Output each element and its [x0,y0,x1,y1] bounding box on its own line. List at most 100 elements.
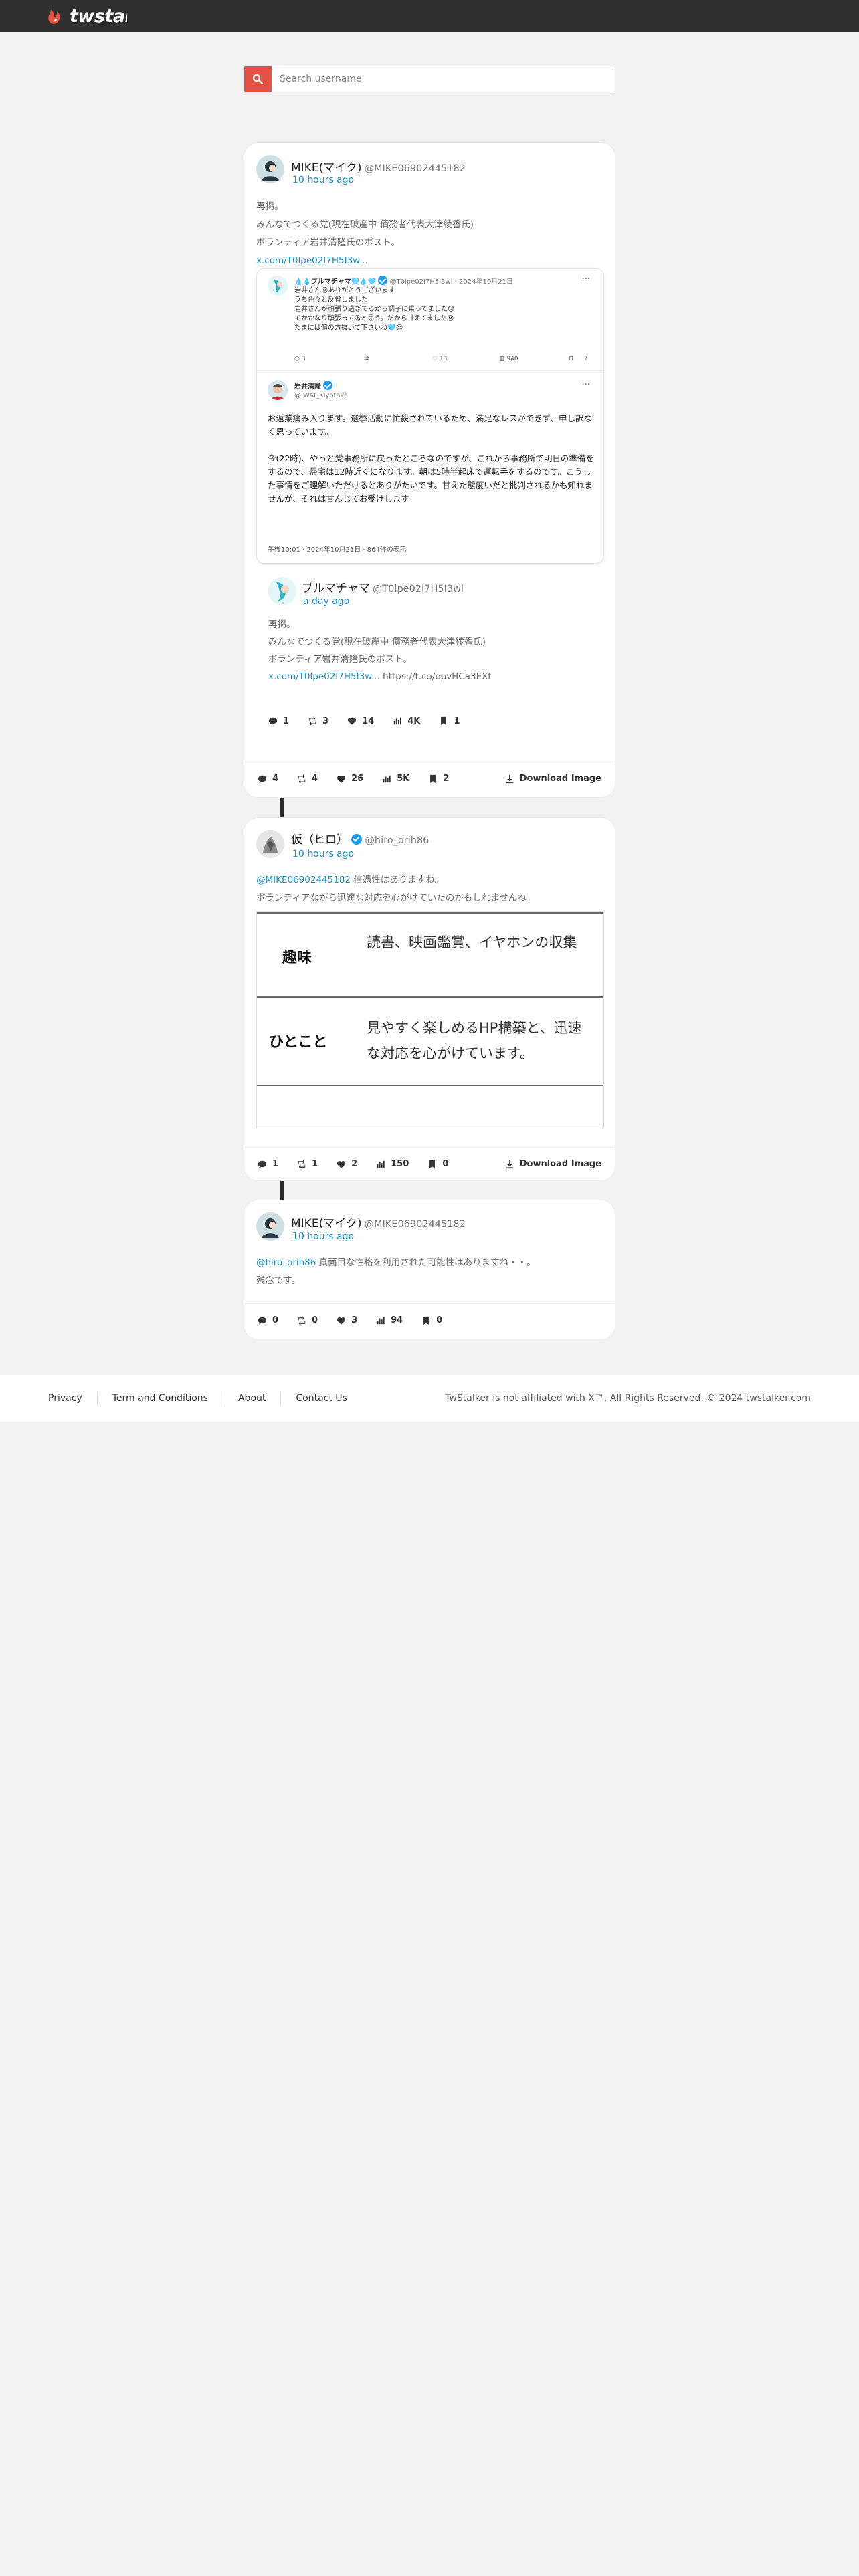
views-icon [376,1316,385,1325]
footer-link-privacy[interactable]: Privacy [48,1393,82,1404]
reply-button[interactable]: 4 [258,774,278,784]
quoted-author-handle[interactable]: @T0lpe02I7H5I3wl [373,584,464,595]
quoted-tweet[interactable]: ブルマチャマ @T0lpe02I7H5I3wl a day ago 再掲。 みんな… [256,569,604,738]
download-label: Download Image [519,1159,601,1169]
avatar[interactable] [256,830,284,858]
reply-meta: 午後10:01 · 2024年10月21日 · 864件の表示 [268,546,407,554]
search-icon [252,74,263,84]
bookmark-icon [421,1316,431,1325]
retweet-button[interactable]: 1 [297,1159,318,1169]
embed-views-icon: ▥ 940 [499,356,518,362]
mention-link[interactable]: @hiro_orih86 [256,1257,316,1268]
embed-author-name: 💧💧ブルマチャマ🩵💧🩵 [294,278,377,286]
reply-button[interactable]: 1 [268,716,289,726]
retweet-button[interactable]: 3 [308,716,328,726]
embed-view-count: 940 [506,356,518,362]
views-button[interactable]: 4K [393,716,420,726]
download-label: Download Image [519,774,601,784]
views-button[interactable]: 5K [382,774,409,784]
author-display-name: 仮（ヒロ） [291,833,348,847]
footer-link-terms[interactable]: Term and Conditions [112,1393,208,1404]
retweet-icon [297,1160,306,1169]
search-input[interactable] [272,66,615,92]
reply-button[interactable]: 0 [258,1315,278,1325]
views-button[interactable]: 150 [376,1159,409,1169]
avatar[interactable] [256,1212,284,1241]
reply-count: 1 [272,1159,279,1169]
retweet-icon [308,716,317,726]
bookmark-button[interactable]: 1 [439,716,460,726]
search-button[interactable] [244,66,272,92]
copyright-text: TwStalker is not affiliated with X™. All… [445,1393,811,1404]
bookmark-button[interactable]: 0 [427,1159,448,1169]
reply-button[interactable]: 1 [258,1159,278,1169]
verified-badge-icon [378,276,388,285]
logo-icon [48,9,60,24]
avatar[interactable] [256,155,284,183]
tweet-actions: 1 1 2 150 0 Download Image [244,1147,615,1180]
retweet-count: 0 [312,1315,318,1325]
quoted-author-name[interactable]: ブルマチャマ @T0lpe02I7H5I3wl [302,578,464,595]
like-button[interactable]: 26 [337,774,363,784]
quoted-avatar[interactable] [268,577,296,605]
text-line: 信憑性はありますね。 [351,875,444,885]
like-button[interactable]: 3 [337,1315,357,1325]
reply-paragraph: お返業痛み入ります。選挙活動に忙殺されているため、満足なレスができず、申し訳なく… [268,413,593,437]
download-image-button[interactable]: Download Image [505,774,601,784]
tweet-time[interactable]: 10 hours ago [292,1231,354,1242]
like-icon [347,716,357,726]
view-count: 94 [391,1315,403,1325]
quoted-text: 再掲。 みんなでつくる党(現在破産中 債務者代表大津綾香氏) ボランティア岩井清… [268,616,492,685]
bookmark-icon [439,716,448,726]
reply-author-handle: @IWAI_Kiyotaka [294,392,349,399]
thread-connector [280,798,284,817]
like-icon [337,1316,346,1325]
tweet-image[interactable]: 趣味 読書、映画鑑賞、イヤホンの収集 ひとこと 見やすく楽しめるHP構築と、迅速… [256,911,604,1128]
tweet-text: 再掲。 みんなでつくる党(現在破産中 債務者代表大津綾香氏) ボランティア岩井清… [256,198,474,270]
verified-badge-icon [351,834,363,845]
views-icon [393,716,402,726]
views-button[interactable]: 94 [376,1315,403,1325]
download-image-button[interactable]: Download Image [505,1159,601,1169]
author-handle[interactable]: @MIKE06902445182 [365,1219,466,1230]
reply-avatar [268,380,288,400]
tweet-actions: 0 0 3 94 0 [244,1303,615,1337]
like-button[interactable]: 2 [337,1159,357,1169]
author-name[interactable]: MIKE(マイク) @MIKE06902445182 [291,158,466,175]
footer-link-contact[interactable]: Contact Us [296,1393,347,1404]
mention-link[interactable]: @MIKE06902445182 [256,875,351,885]
tweet-actions: 4 4 26 5K 2 Download Image [244,762,615,795]
quoted-link[interactable]: x.com/T0lpe02I7H5I3w... [268,671,380,682]
embed-line: 岩井さんが頑張り過ぎてるから調子に乗ってました😓 [294,306,455,313]
author-handle[interactable]: @MIKE06902445182 [365,163,466,174]
bookmark-button[interactable]: 0 [421,1315,442,1325]
bookmark-button[interactable]: 2 [428,774,449,784]
quoted-time[interactable]: a day ago [303,596,349,607]
like-button[interactable]: 14 [347,716,374,726]
text-line: ボランティア岩井清隆氏のポスト。 [256,237,400,248]
retweet-button[interactable]: 4 [297,774,318,784]
tweet-time[interactable]: 10 hours ago [292,175,354,185]
like-count: 14 [362,716,375,726]
author-handle[interactable]: @hiro_orih86 [365,835,429,846]
retweet-button[interactable]: 0 [297,1315,318,1325]
reply-count: 0 [272,1315,279,1325]
site-logo[interactable]: twstal [47,6,127,27]
reply-author-name: 岩井清隆 [294,383,321,391]
reply-icon [258,774,267,784]
author-display-name: MIKE(マイク) [291,161,362,175]
thread-connector [280,1181,284,1200]
reply-icon [268,716,278,726]
reply-count: 4 [272,774,279,784]
text-line: ボランティア岩井清隆氏のポスト。 [268,654,412,665]
footer-link-about[interactable]: About [238,1393,266,1404]
tweet-card: MIKE(マイク) @MIKE06902445182 10 hours ago @… [244,1200,615,1340]
quoted-tco-link[interactable]: https://t.co/opvHCa3EXt [383,671,492,682]
quoted-actions: 1 3 14 4K 1 [256,704,604,738]
author-name[interactable]: MIKE(マイク) @MIKE06902445182 [291,1214,466,1230]
retweet-icon [297,774,306,784]
bookmark-count: 1 [454,716,460,726]
tweet-link[interactable]: x.com/T0lpe02I7H5I3w... [256,252,474,270]
tweet-time[interactable]: 10 hours ago [292,849,354,859]
author-name[interactable]: 仮（ヒロ） @hiro_orih86 [291,830,429,847]
